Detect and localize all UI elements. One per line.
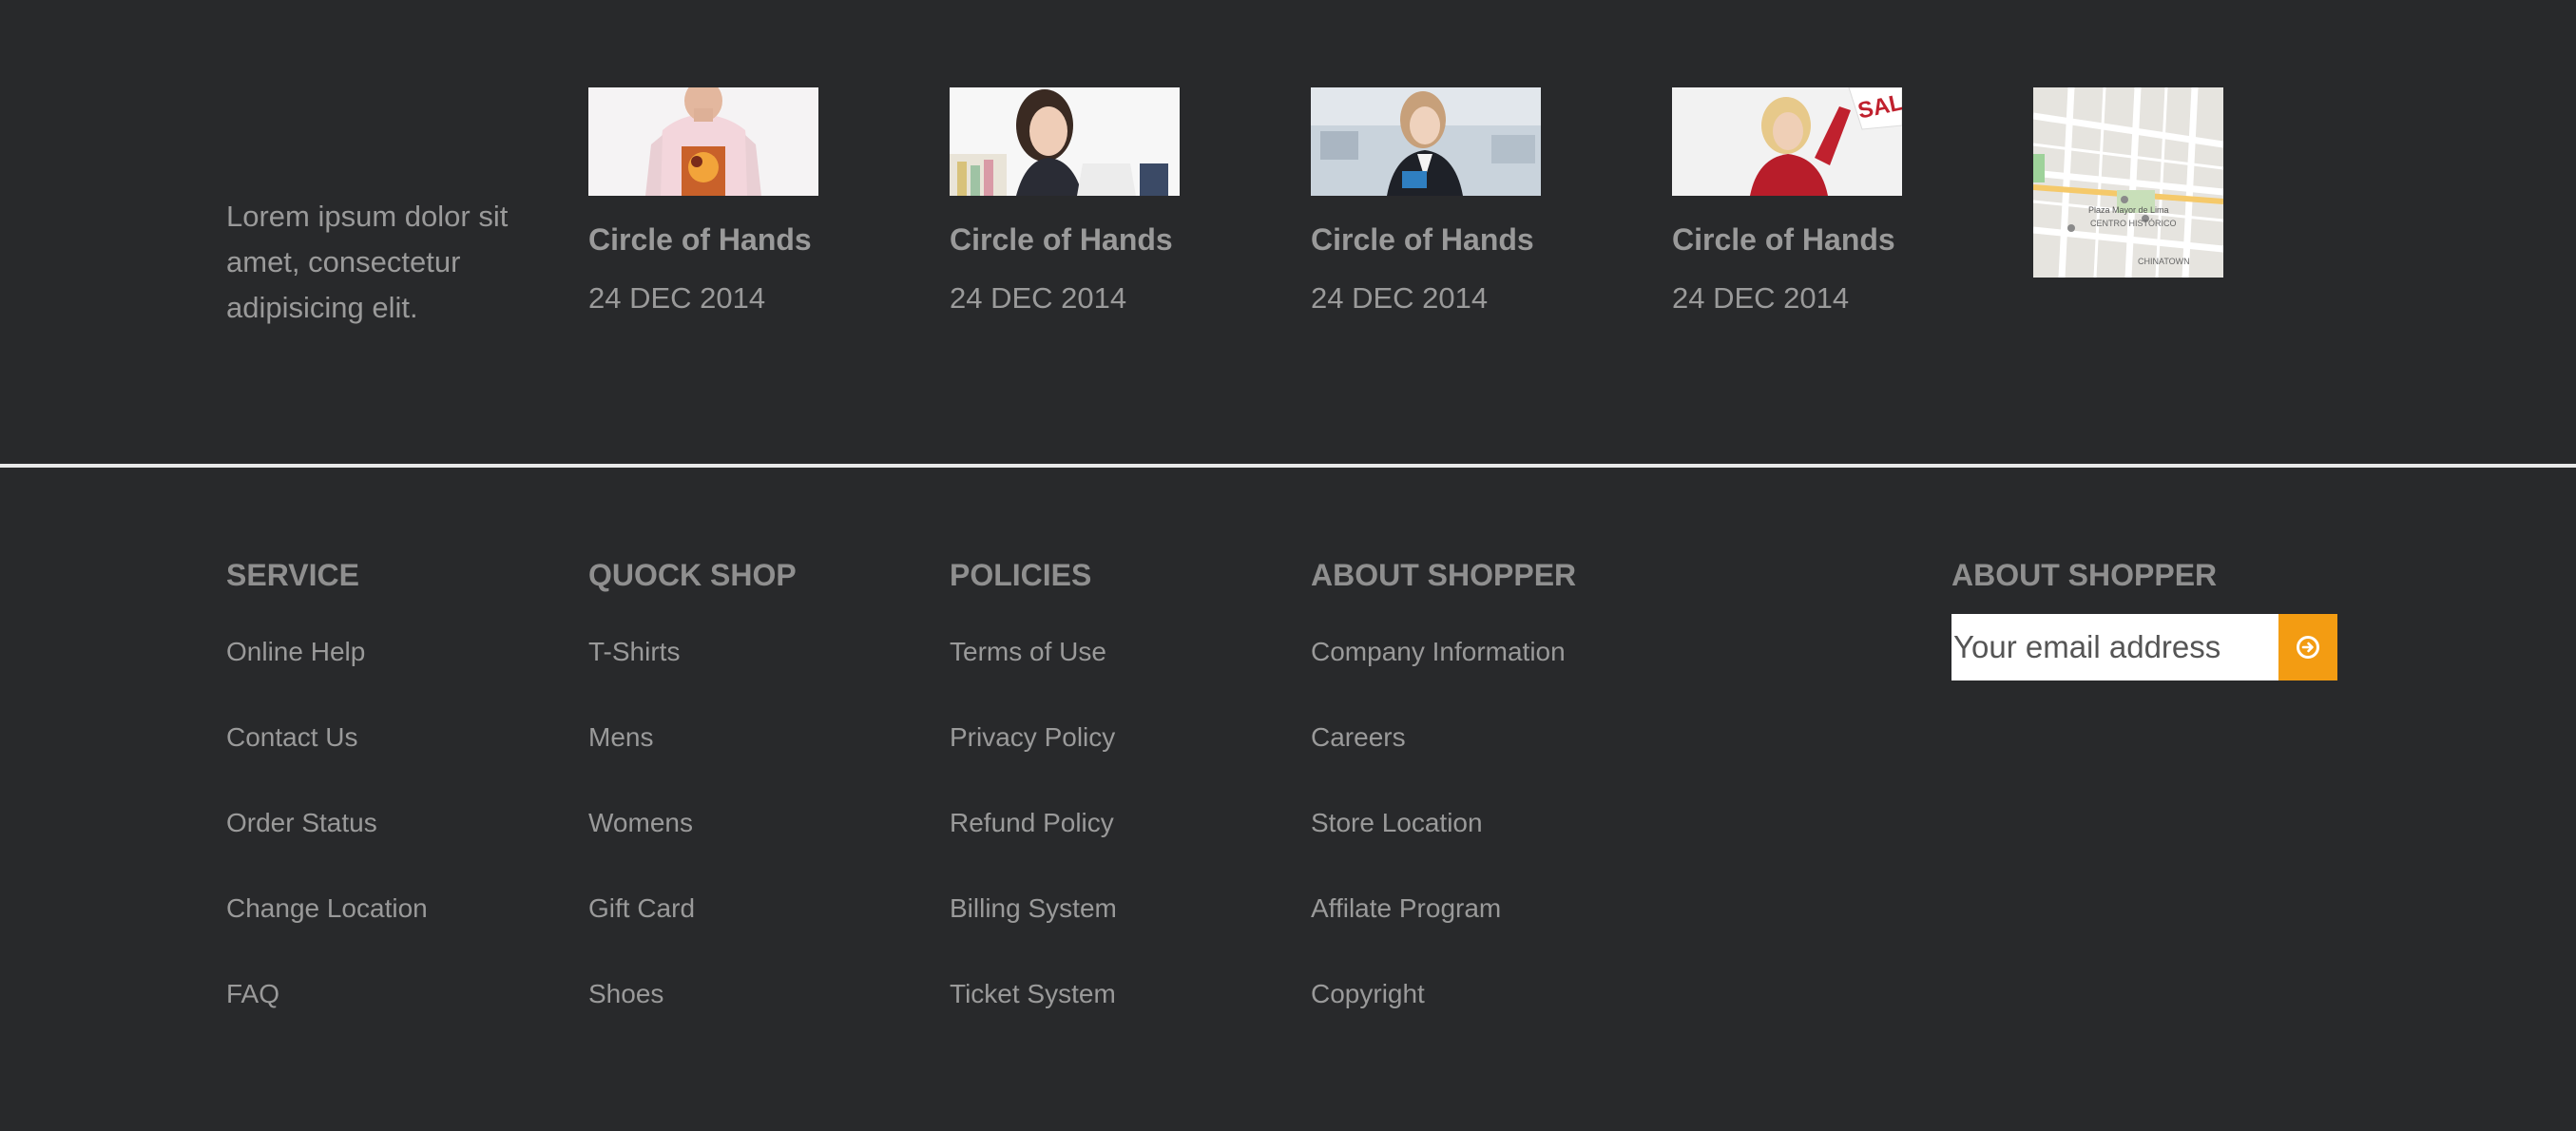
post-item: SAL Circle of Hands 24 DEC 2014 [1672,87,1902,317]
footer-link-privacy-policy[interactable]: Privacy Policy [950,722,1115,752]
footer-link-company-information[interactable]: Company Information [1311,637,1566,666]
column-heading: QUOCK SHOP [588,558,797,592]
about-text: Lorem ipsum dolor sit amet, consectetur … [226,200,509,324]
footer-column-about-shopper: ABOUT SHOPPER Company Information Career… [1311,555,1576,1061]
footer-column-quick-shop: QUOCK SHOP T-Shirts Mens Womens Gift Car… [588,555,797,1061]
footer-link-store-location[interactable]: Store Location [1311,808,1483,837]
link-list: Terms of Use Privacy Policy Refund Polic… [950,633,1117,1061]
post-date: 24 DEC 2014 [1672,281,1850,315]
link-list: Online Help Contact Us Order Status Chan… [226,633,428,1061]
link-list: Company Information Careers Store Locati… [1311,633,1576,1061]
newsletter-heading: ABOUT SHOPPER [1951,558,2218,592]
post-item: Circle of Hands 24 DEC 2014 [588,87,818,317]
footer-link-shoes[interactable]: Shoes [588,979,663,1008]
footer-link-billing-system[interactable]: Billing System [950,893,1117,923]
post-date: 24 DEC 2014 [950,281,1127,315]
footer-link-contact-us[interactable]: Contact Us [226,722,358,752]
footer-link-refund-policy[interactable]: Refund Policy [950,808,1114,837]
map-icon: Plaza Mayor de Lima CENTRO HISTÓRICO CHI… [2033,87,2223,278]
footer-link-faq[interactable]: FAQ [226,979,279,1008]
post-thumbnail[interactable] [588,87,818,196]
footer: Lorem ipsum dolor sit amet, consectetur … [0,0,2576,1131]
post-date: 24 DEC 2014 [588,281,766,315]
column-heading: POLICIES [950,558,1092,592]
location-map[interactable]: Plaza Mayor de Lima CENTRO HISTÓRICO CHI… [2033,87,2223,278]
footer-link-order-status[interactable]: Order Status [226,808,377,837]
subscribe-button[interactable] [2278,614,2337,681]
column-heading: SERVICE [226,558,359,592]
footer-link-terms-of-use[interactable]: Terms of Use [950,637,1106,666]
post-title[interactable]: Circle of Hands [1672,220,1902,259]
footer-link-online-help[interactable]: Online Help [226,637,365,666]
footer-top: Lorem ipsum dolor sit amet, consectetur … [0,0,2576,464]
footer-link-change-location[interactable]: Change Location [226,893,428,923]
column-heading: ABOUT SHOPPER [1311,558,1577,592]
footer-link-t-shirts[interactable]: T-Shirts [588,637,680,666]
footer-link-affilate-program[interactable]: Affilate Program [1311,893,1501,923]
email-field[interactable] [1951,614,2278,681]
footer-link-womens[interactable]: Womens [588,808,693,837]
map-label: Plaza Mayor de Lima [2088,205,2169,215]
post-title[interactable]: Circle of Hands [950,220,1180,259]
arrow-circle-right-icon [2297,636,2319,659]
footer-link-gift-card[interactable]: Gift Card [588,893,695,923]
map-label: CENTRO HISTÓRICO [2090,219,2177,228]
post-thumbnail[interactable] [950,87,1180,196]
post-thumbnail[interactable]: SAL [1672,87,1902,196]
footer-link-copyright[interactable]: Copyright [1311,979,1425,1008]
footer-divider [0,464,2576,468]
post-title[interactable]: Circle of Hands [1311,220,1541,259]
link-list: T-Shirts Mens Womens Gift Card Shoes [588,633,797,1061]
footer-column-service: SERVICE Online Help Contact Us Order Sta… [226,555,428,1061]
businesswoman-photo-icon [1311,87,1541,196]
shopping-woman-photo-icon [950,87,1180,196]
post-item: Circle of Hands 24 DEC 2014 [1311,87,1541,317]
post-date: 24 DEC 2014 [1311,281,1489,315]
sale-woman-photo-icon: SAL [1672,87,1902,196]
newsletter: ABOUT SHOPPER [1951,555,2337,681]
map-label: CHINATOWN [2138,257,2190,266]
footer-link-careers[interactable]: Careers [1311,722,1406,752]
tshirt-photo-icon [588,87,818,196]
footer-link-mens[interactable]: Mens [588,722,653,752]
post-item: Circle of Hands 24 DEC 2014 [950,87,1180,317]
post-thumbnail[interactable] [1311,87,1541,196]
footer-link-ticket-system[interactable]: Ticket System [950,979,1116,1008]
post-title[interactable]: Circle of Hands [588,220,818,259]
newsletter-form [1951,614,2337,681]
footer-column-policies: POLICIES Terms of Use Privacy Policy Ref… [950,555,1117,1061]
